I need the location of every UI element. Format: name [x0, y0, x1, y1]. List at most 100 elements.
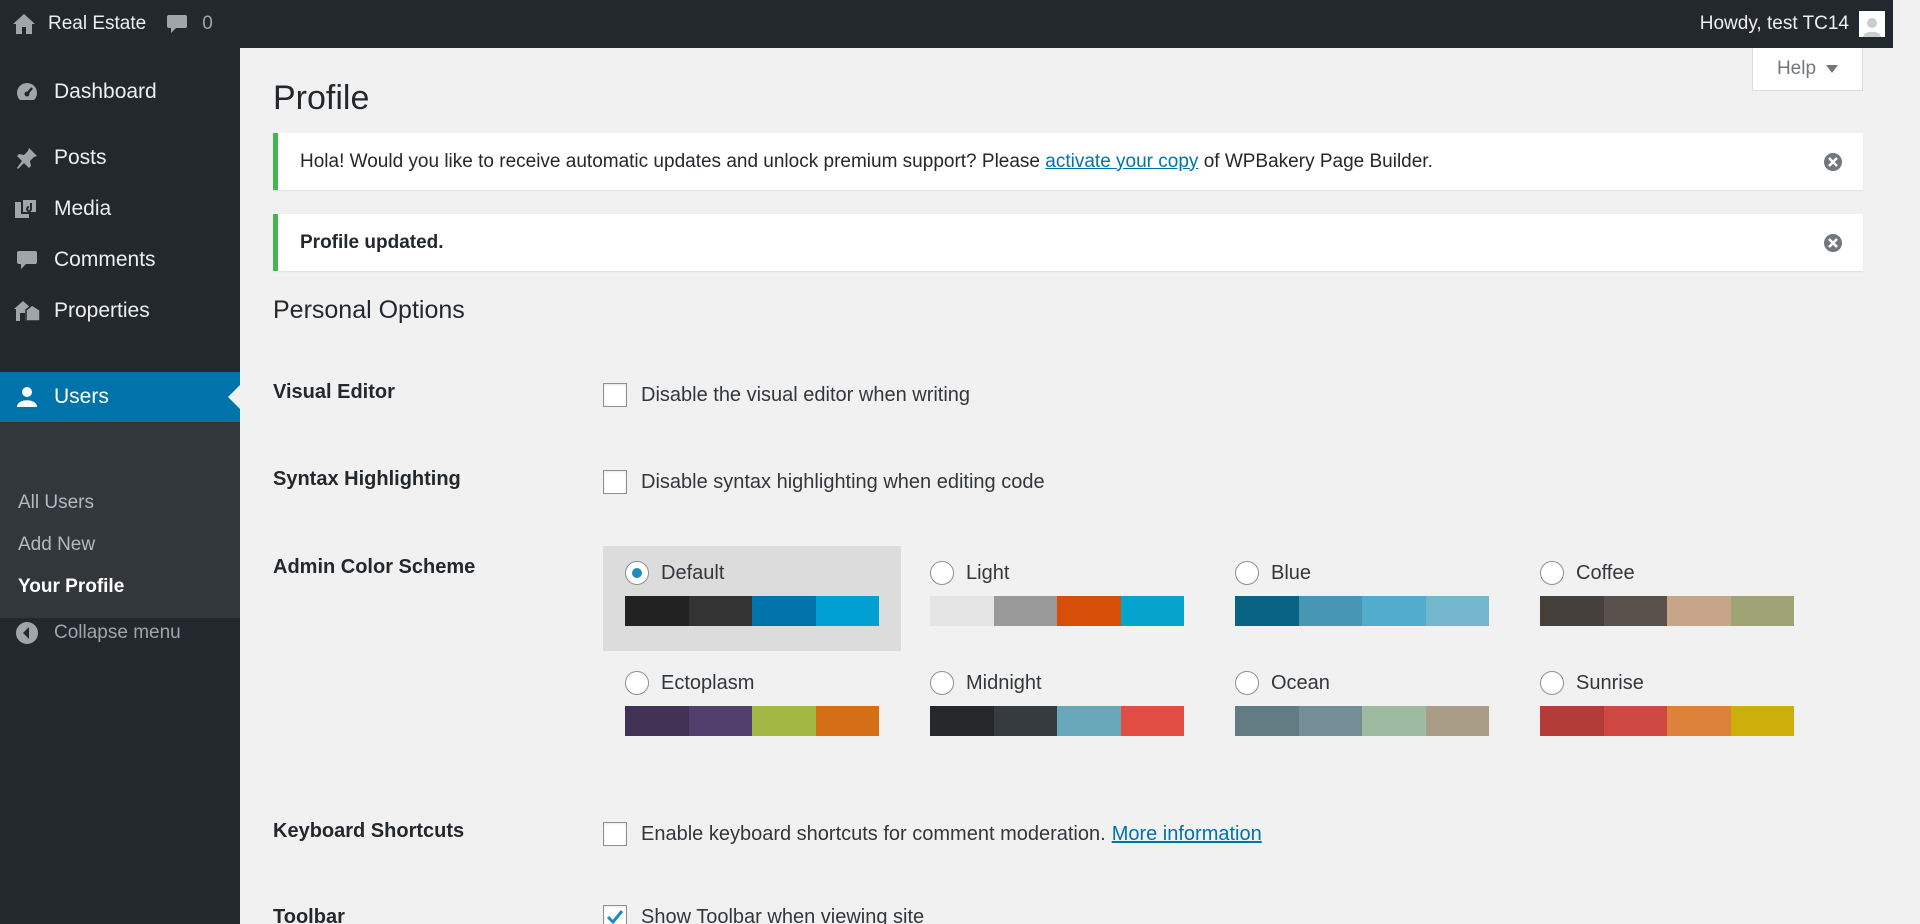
color-scheme-radio[interactable] [625, 561, 649, 585]
dismiss-icon[interactable] [1823, 233, 1843, 253]
visual-editor-label: Visual Editor [273, 381, 395, 403]
menu-item-comments[interactable]: Comments [0, 238, 240, 282]
menu-label: Properties [54, 299, 150, 322]
site-name: Real Estate [48, 13, 147, 34]
help-label: Help [1776, 58, 1817, 79]
color-scheme-ocean[interactable]: Ocean [1213, 656, 1511, 761]
syntax-highlighting-checkbox[interactable] [603, 470, 627, 494]
color-scheme-midnight[interactable]: Midnight [908, 656, 1206, 761]
admin-bar: Real Estate 0 Howdy, test TC14 [0, 0, 1893, 48]
color-swatch [1667, 596, 1731, 626]
color-swatch [1298, 596, 1362, 626]
color-swatch [1540, 596, 1604, 626]
help-tab-button[interactable]: Help [1752, 48, 1863, 91]
menu-item-users[interactable]: Users [0, 372, 240, 422]
admin-sidebar: Dashboard Posts Media Comments Propertie… [0, 48, 240, 924]
profile-updated-notice: Profile updated. [273, 214, 1863, 271]
dismiss-icon[interactable] [1823, 152, 1843, 172]
color-swatch [1120, 706, 1184, 736]
page-title: Profile [273, 79, 370, 117]
color-swatch [1057, 596, 1121, 626]
notice-text-before: Hola! Would you like to receive automati… [300, 150, 1046, 172]
color-swatches [1235, 706, 1511, 736]
collapse-arrow-icon [12, 618, 42, 648]
color-swatch [688, 706, 752, 736]
notice-text-after: of WPBakery Page Builder. [1198, 150, 1433, 172]
visual-editor-text: Disable the visual editor when writing [641, 383, 971, 406]
visual-editor-checkbox[interactable] [603, 383, 627, 407]
menu-item-dashboard[interactable]: Dashboard [0, 70, 240, 114]
notice-text: Profile updated. [300, 231, 444, 253]
visual-editor-option[interactable]: Disable the visual editor when writing [603, 383, 970, 407]
color-scheme-label: Admin Color Scheme [273, 556, 476, 578]
color-scheme-radio[interactable] [1540, 561, 1564, 585]
media-icon [12, 194, 42, 224]
color-swatch [993, 596, 1057, 626]
my-account-menu[interactable]: Howdy, test TC14 [1690, 0, 1893, 48]
color-swatch [625, 706, 689, 736]
howdy-greeting: Howdy, test TC14 [1699, 13, 1849, 34]
color-scheme-coffee[interactable]: Coffee [1518, 546, 1816, 651]
properties-icon [12, 296, 42, 326]
activate-copy-link[interactable]: activate your copy [1045, 151, 1198, 172]
keyboard-shortcuts-checkbox[interactable] [603, 822, 627, 846]
menu-label: Comments [54, 248, 156, 271]
toolbar-checkbox[interactable] [603, 905, 627, 924]
color-swatch [1540, 706, 1604, 736]
color-swatch [1362, 706, 1426, 736]
menu-label: Posts [54, 146, 107, 169]
color-scheme-radio[interactable] [1235, 671, 1259, 695]
color-swatch [1667, 706, 1731, 736]
color-swatch [1730, 596, 1794, 626]
color-scheme-name: Blue [1271, 561, 1312, 584]
color-scheme-blue[interactable]: Blue [1213, 546, 1511, 651]
menu-item-media[interactable]: Media [0, 187, 240, 231]
color-swatch [1235, 596, 1299, 626]
keyboard-shortcuts-label: Keyboard Shortcuts [273, 820, 465, 842]
color-swatches [625, 596, 901, 626]
radio-selected-dot [632, 568, 642, 578]
color-swatches [1235, 596, 1511, 626]
more-information-link[interactable]: More information [1112, 823, 1262, 846]
collapse-menu-button[interactable]: Collapse menu [0, 611, 240, 655]
syntax-highlighting-option[interactable]: Disable syntax highlighting when editing… [603, 470, 1045, 494]
submenu-all-users[interactable]: All Users [18, 492, 94, 514]
color-scheme-radio[interactable] [625, 671, 649, 695]
site-home-link[interactable]: Real Estate [0, 0, 156, 48]
color-scheme-name: Default [661, 561, 725, 584]
keyboard-shortcuts-option[interactable]: Enable keyboard shortcuts for comment mo… [603, 822, 1262, 846]
color-scheme-sunrise[interactable]: Sunrise [1518, 656, 1816, 761]
pin-icon [12, 143, 42, 173]
submenu-add-new[interactable]: Add New [18, 534, 95, 556]
color-scheme-radio[interactable] [1235, 561, 1259, 585]
color-swatch [1730, 706, 1794, 736]
menu-item-properties[interactable]: Properties [0, 289, 240, 333]
notice-text: Hola! Would you like to receive automati… [300, 151, 1433, 173]
color-scheme-name: Light [966, 561, 1010, 584]
collapse-label: Collapse menu [54, 622, 181, 643]
syntax-highlighting-label: Syntax Highlighting [273, 468, 461, 490]
avatar [1859, 11, 1885, 37]
color-swatches [1540, 706, 1816, 736]
color-scheme-light[interactable]: Light [908, 546, 1206, 651]
color-scheme-radio[interactable] [930, 561, 954, 585]
color-scheme-name: Midnight [966, 671, 1042, 694]
menu-item-posts[interactable]: Posts [0, 136, 240, 180]
color-scheme-radio[interactable] [930, 671, 954, 695]
user-icon [12, 382, 42, 412]
color-swatch [625, 596, 689, 626]
color-swatch [1120, 596, 1184, 626]
avatar-silhouette-icon [1863, 18, 1881, 37]
color-scheme-default[interactable]: Default [603, 546, 901, 651]
color-scheme-name: Ocean [1271, 671, 1330, 694]
color-scheme-radio[interactable] [1540, 671, 1564, 695]
color-swatch [1235, 706, 1299, 736]
submenu-your-profile[interactable]: Your Profile [18, 576, 124, 598]
color-swatch [993, 706, 1057, 736]
color-scheme-name: Coffee [1576, 561, 1635, 584]
toolbar-option[interactable]: Show Toolbar when viewing site [603, 905, 924, 924]
comments-link[interactable]: 0 [156, 0, 223, 48]
menu-label: Dashboard [54, 80, 157, 103]
section-title: Personal Options [273, 296, 465, 324]
color-scheme-ectoplasm[interactable]: Ectoplasm [603, 656, 901, 761]
